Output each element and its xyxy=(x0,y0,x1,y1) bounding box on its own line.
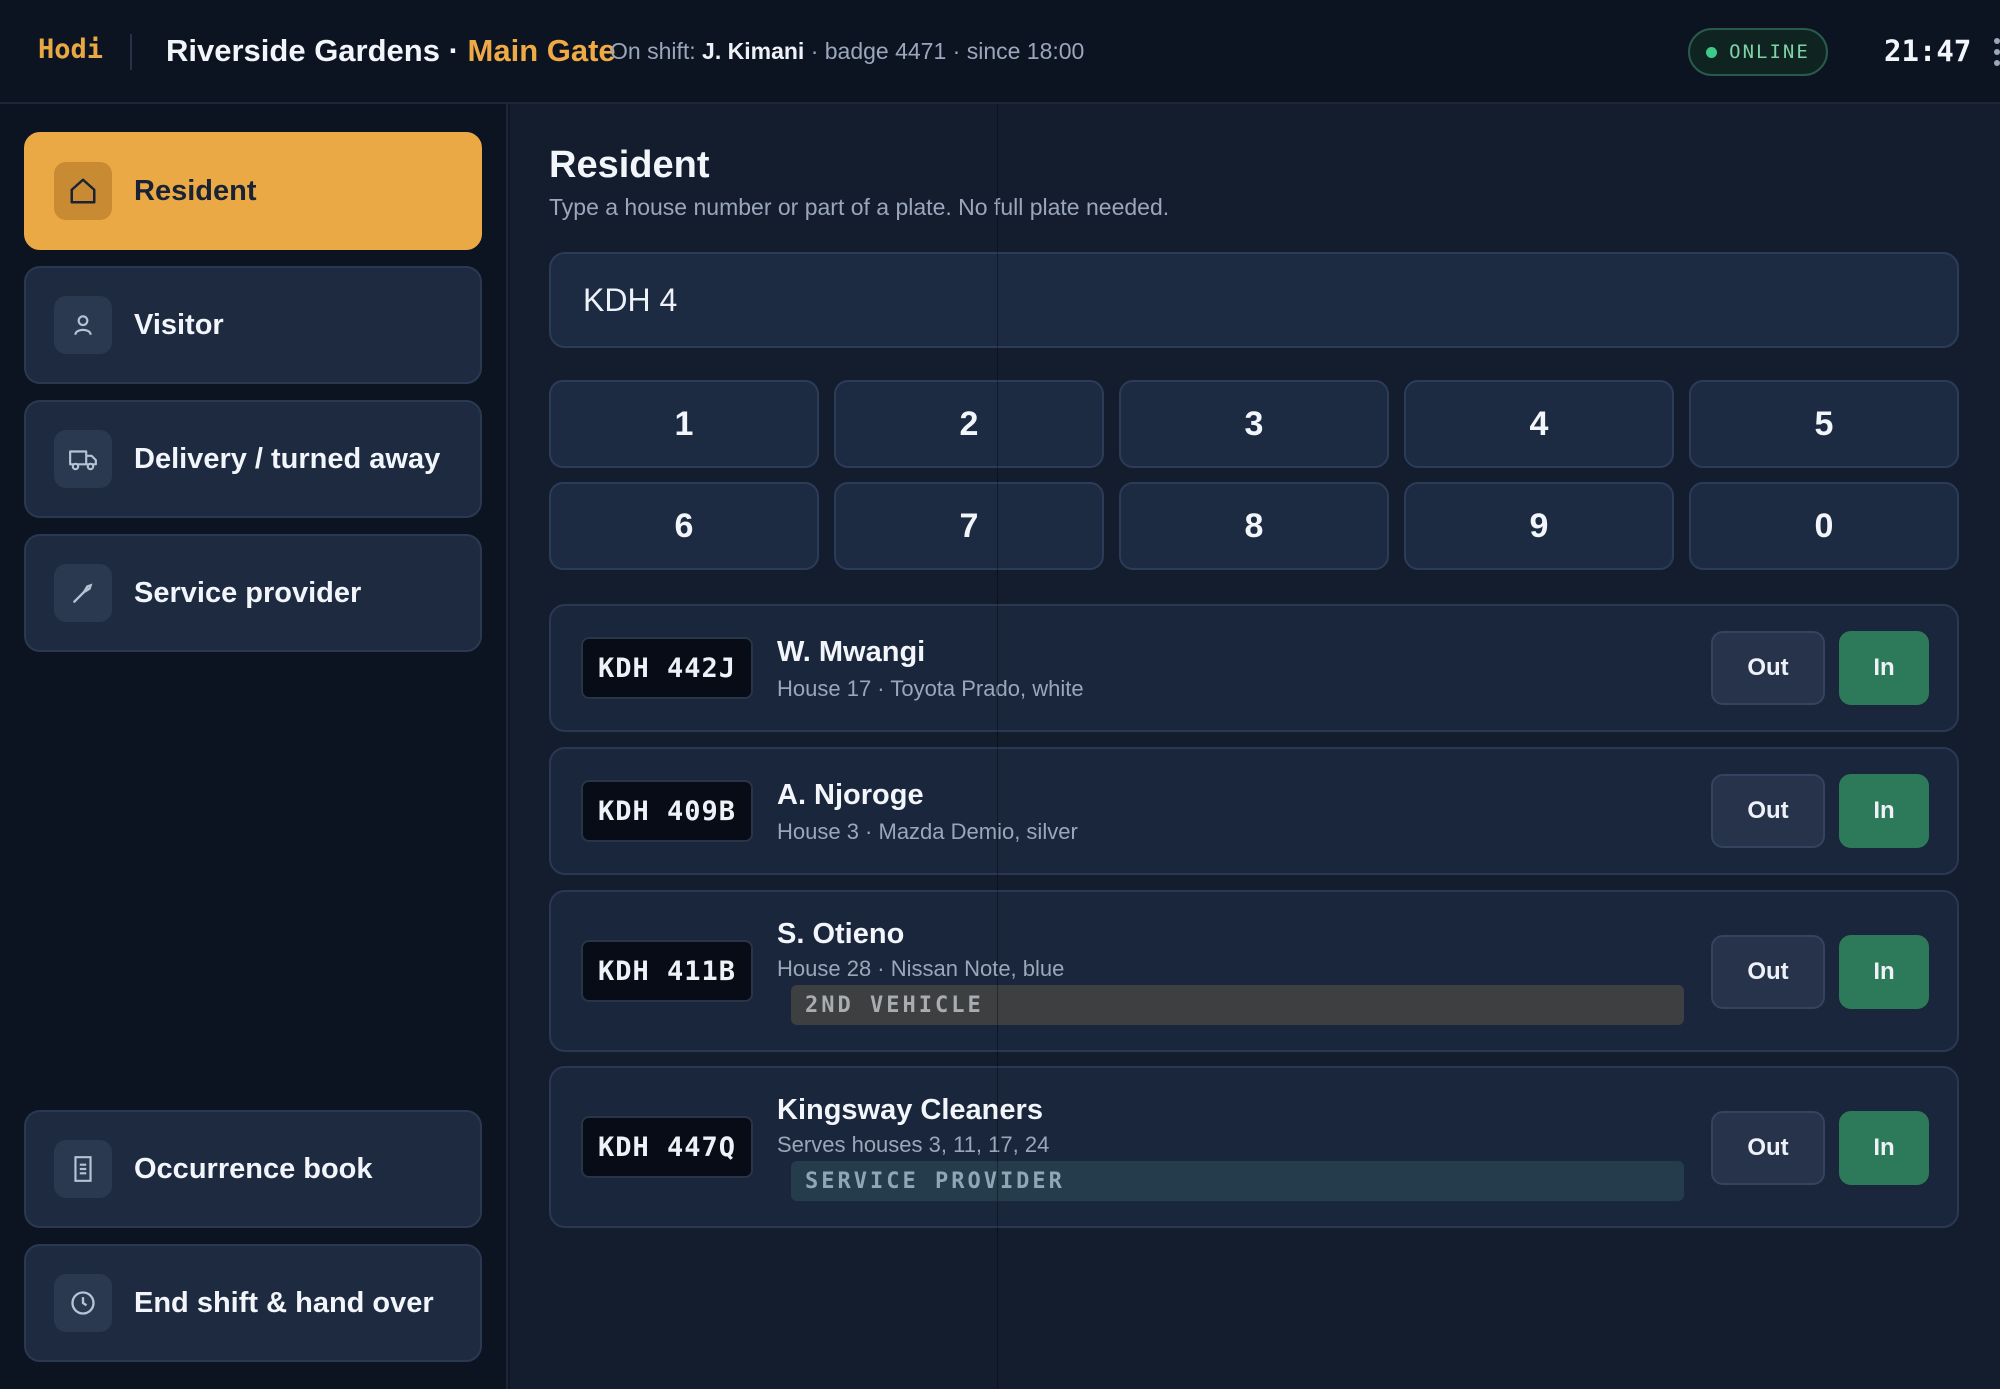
more-menu-icon[interactable] xyxy=(1994,38,2000,66)
check-out-button[interactable]: Out xyxy=(1711,631,1825,705)
clock: 21:47 xyxy=(1884,34,1972,68)
result-card: KDH 411B S. Otieno House 28 · Nissan Not… xyxy=(549,890,1959,1052)
top-bar: Hodi Riverside Gardens · Main Gate On sh… xyxy=(0,0,2000,104)
resident-details: House 3 · Mazda Demio, silver xyxy=(777,819,1078,844)
title-separator: · xyxy=(439,33,468,68)
keypad-key-3[interactable]: 3 xyxy=(1119,380,1389,468)
keypad-key-0[interactable]: 0 xyxy=(1689,482,1959,570)
resident-details: House 28 · Nissan Note, blue xyxy=(777,956,1065,981)
check-in-button[interactable]: In xyxy=(1839,774,1929,848)
sidebar-item-label: Resident xyxy=(134,174,257,207)
keypad-key-7[interactable]: 7 xyxy=(834,482,1104,570)
sidebar-item-label: Occurrence book xyxy=(134,1152,373,1185)
document-icon xyxy=(54,1140,112,1198)
page-subtitle: Type a house number or part of a plate. … xyxy=(549,194,1170,220)
resident-details: House 17 · Toyota Prado, white xyxy=(777,676,1084,701)
keypad-key-1[interactable]: 1 xyxy=(549,380,819,468)
resident-name: W. Mwangi xyxy=(777,636,926,668)
occurrence-book-button[interactable]: Occurrence book xyxy=(24,1110,482,1228)
guard-name: J. Kimani xyxy=(702,38,805,64)
number-plate: KDH 447Q xyxy=(581,1116,753,1178)
sidebar-item-resident[interactable]: Resident xyxy=(24,132,482,250)
sidebar-item-label: Visitor xyxy=(134,308,224,341)
shift-prefix: On shift: xyxy=(610,38,703,64)
shift-details: · badge 4471 · since 18:00 xyxy=(804,38,1085,64)
number-plate: KDH 411B xyxy=(581,940,753,1002)
gate-name: Main Gate xyxy=(467,33,616,68)
keypad-key-2[interactable]: 2 xyxy=(834,380,1104,468)
person-icon xyxy=(54,296,112,354)
check-in-button[interactable]: In xyxy=(1839,631,1929,705)
home-icon xyxy=(54,162,112,220)
sidebar-item-delivery[interactable]: Delivery / turned away xyxy=(24,400,482,518)
status-badge: SERVICE PROVIDER xyxy=(791,1161,1684,1201)
number-plate: KDH 409B xyxy=(581,780,753,842)
keypad-key-6[interactable]: 6 xyxy=(549,482,819,570)
layout-guide-line xyxy=(997,104,998,1389)
check-out-button[interactable]: Out xyxy=(1711,935,1825,1009)
keypad-key-8[interactable]: 8 xyxy=(1119,482,1389,570)
status-badge: ONLINE xyxy=(1688,28,1828,76)
number-plate: KDH 442J xyxy=(581,637,753,699)
check-out-button[interactable]: Out xyxy=(1711,1111,1825,1185)
header-divider xyxy=(130,34,132,70)
result-card: KDH 447Q Kingsway Cleaners Serves houses… xyxy=(549,1066,1959,1228)
result-card: KDH 409B A. Njoroge House 3 · Mazda Demi… xyxy=(549,747,1959,875)
sidebar-item-service-provider[interactable]: Service provider xyxy=(24,534,482,652)
sidebar-item-visitor[interactable]: Visitor xyxy=(24,266,482,384)
result-card: KDH 442J W. Mwangi House 17 · Toyota Pra… xyxy=(549,604,1959,732)
site-name: Riverside Gardens xyxy=(166,33,440,68)
clock-icon xyxy=(54,1274,112,1332)
shift-info: On shift: J. Kimani · badge 4471 · since… xyxy=(610,38,1084,65)
resident-name: Kingsway Cleaners xyxy=(777,1094,1043,1126)
wrench-icon xyxy=(54,564,112,622)
truck-icon xyxy=(54,430,112,488)
search-input[interactable] xyxy=(549,252,1959,348)
check-out-button[interactable]: Out xyxy=(1711,774,1825,848)
app-logo: Hodi xyxy=(38,34,104,65)
sidebar-item-label: Service provider xyxy=(134,576,362,609)
resident-details: Serves houses 3, 11, 17, 24 xyxy=(777,1132,1050,1157)
keypad-key-4[interactable]: 4 xyxy=(1404,380,1674,468)
keypad-key-9[interactable]: 9 xyxy=(1404,482,1674,570)
sidebar-item-label: End shift & hand over xyxy=(134,1286,434,1319)
status-badge: 2ND VEHICLE xyxy=(791,985,1684,1025)
status-dot-icon xyxy=(1706,46,1718,58)
check-in-button[interactable]: In xyxy=(1839,935,1929,1009)
resident-name: S. Otieno xyxy=(777,918,905,950)
site-title: Riverside Gardens · Main Gate xyxy=(166,33,616,69)
keypad-key-5[interactable]: 5 xyxy=(1689,380,1959,468)
end-shift-button[interactable]: End shift & hand over xyxy=(24,1244,482,1362)
resident-name: A. Njoroge xyxy=(777,779,924,811)
page-title: Resident xyxy=(549,144,710,186)
status-text: ONLINE xyxy=(1729,41,1810,63)
sidebar-item-label: Delivery / turned away xyxy=(134,442,441,475)
check-in-button[interactable]: In xyxy=(1839,1111,1929,1185)
